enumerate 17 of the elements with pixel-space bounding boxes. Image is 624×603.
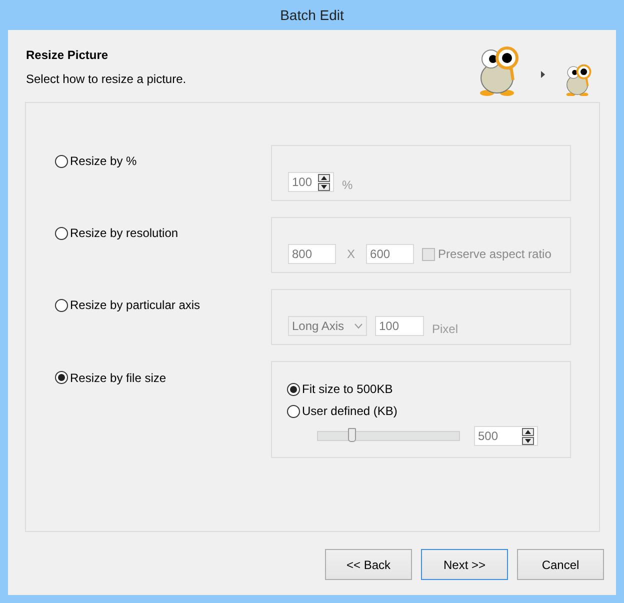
wizard-button[interactable]: << Back [325,549,412,580]
size-slider[interactable] [317,431,460,441]
page-subtitle: Select how to resize a picture. [26,72,186,86]
radio-label[interactable]: Fit size to 500KB [302,382,393,396]
wizard-button[interactable]: Cancel [517,549,604,580]
radio-label[interactable]: Resize by file size [70,370,166,384]
unit-label: Pixel [432,322,458,336]
separator-label: X [347,247,356,261]
radio-button[interactable] [287,382,300,396]
radio-button[interactable] [55,371,68,384]
wizard-button[interactable]: Next >> [421,549,508,580]
play-arrow-icon [540,71,545,78]
window-title: Batch Edit [280,7,344,23]
radio-button[interactable] [287,404,300,418]
page-title: Resize Picture [26,48,110,62]
unit-label: % [342,178,353,192]
radio-label[interactable]: User defined (KB) [302,404,398,418]
